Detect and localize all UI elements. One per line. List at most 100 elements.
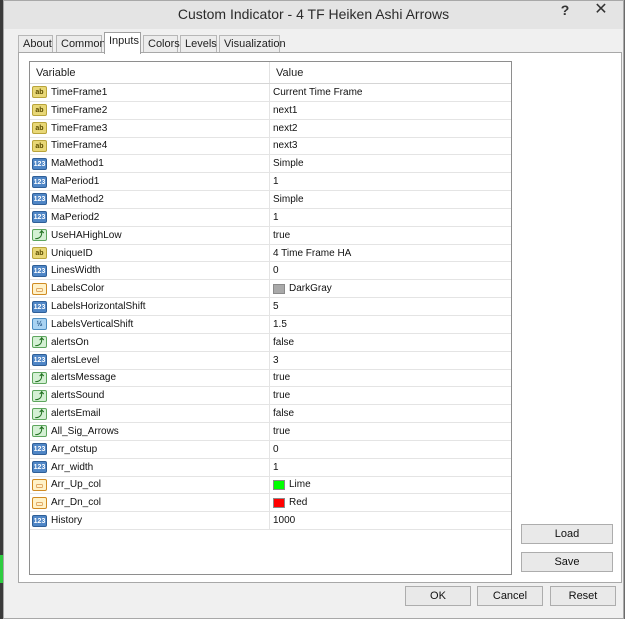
value-cell[interactable]: false	[270, 405, 294, 422]
variable-label: MaPeriod2	[51, 211, 100, 223]
table-row[interactable]: 123 Arr_width 1	[30, 458, 511, 477]
value-cell[interactable]: Simple	[270, 191, 304, 208]
window-title: Custom Indicator - 4 TF Heiken Ashi Arro…	[177, 6, 450, 22]
variable-label: alertsOn	[51, 336, 89, 348]
variable-label: MaMethod1	[51, 158, 104, 170]
value-cell[interactable]: 1	[270, 209, 279, 226]
column-header-value[interactable]: Value	[270, 62, 303, 83]
tab-about[interactable]: About	[18, 35, 53, 53]
bool-icon: ⤴	[32, 336, 47, 349]
table-row[interactable]: ab TimeFrame1 Current Time Frame	[30, 84, 511, 102]
tab-colors[interactable]: Colors	[143, 35, 180, 53]
value-cell[interactable]: Lime	[270, 477, 311, 494]
tab-common[interactable]: Common	[56, 35, 106, 53]
grid-header: Variable Value	[30, 62, 511, 84]
column-header-variable[interactable]: Variable	[30, 62, 270, 83]
help-button[interactable]: ?	[551, 1, 579, 21]
value-text: 1.5	[273, 318, 287, 330]
table-row[interactable]: 123 alertsLevel 3	[30, 351, 511, 370]
variable-label: alertsSound	[51, 390, 105, 402]
table-row[interactable]: 123 MaMethod1 Simple	[30, 155, 511, 174]
value-cell[interactable]: next1	[270, 102, 297, 119]
value-cell[interactable]: 1	[270, 173, 279, 190]
table-row[interactable]: ab TimeFrame3 next2	[30, 119, 511, 138]
table-row[interactable]: ½ LabelsVerticalShift 1.5	[30, 315, 511, 334]
variable-cell: ab TimeFrame4	[30, 137, 270, 155]
variable-cell: ⤴ UseHAHighLow	[30, 226, 270, 244]
table-row[interactable]: ⤴ alertsSound true	[30, 387, 511, 406]
value-cell[interactable]: false	[270, 334, 294, 351]
value-text: 0	[273, 265, 279, 277]
value-text: 0	[273, 443, 279, 455]
variable-cell: ▭ Arr_Dn_col	[30, 494, 270, 512]
table-row[interactable]: ▭ LabelsColor DarkGray	[30, 280, 511, 299]
value-cell[interactable]: true	[270, 387, 290, 404]
table-row[interactable]: ▭ Arr_Dn_col Red	[30, 494, 511, 513]
value-cell[interactable]: next2	[270, 120, 297, 137]
variable-label: alertsMessage	[51, 372, 117, 384]
value-cell[interactable]: Current Time Frame	[270, 84, 362, 101]
variable-label: LinesWidth	[51, 265, 101, 277]
variable-cell: ab UniqueID	[30, 244, 270, 262]
value-cell[interactable]: Red	[270, 494, 307, 511]
table-row[interactable]: ⤴ All_Sig_Arrows true	[30, 423, 511, 441]
value-cell[interactable]: 1000	[270, 512, 295, 529]
inputs-panel: Variable Value ab TimeFrame1 Current Time …	[18, 52, 622, 583]
value-cell[interactable]: Simple	[270, 155, 304, 172]
value-cell[interactable]: 5	[270, 298, 279, 315]
integer-icon: 123	[32, 211, 47, 224]
table-row[interactable]: ⤴ alertsEmail false	[30, 405, 511, 424]
tab-inputs[interactable]: Inputs	[104, 32, 141, 54]
value-text: Red	[289, 497, 308, 509]
table-row[interactable]: ab UniqueID 4 Time Frame HA	[30, 244, 511, 263]
variable-label: UseHAHighLow	[51, 229, 122, 241]
title-bar: Custom Indicator - 4 TF Heiken Ashi Arro…	[4, 1, 623, 29]
variable-label: TimeFrame2	[51, 104, 108, 116]
value-cell[interactable]: next3	[270, 138, 297, 155]
value-text: 1	[273, 211, 279, 223]
variable-label: LabelsColor	[51, 283, 105, 295]
table-row[interactable]: ▭ Arr_Up_col Lime	[30, 476, 511, 495]
variable-cell: ab TimeFrame3	[30, 119, 270, 137]
value-cell[interactable]: 3	[270, 352, 279, 369]
value-cell[interactable]: 1.5	[270, 316, 287, 333]
tab-levels[interactable]: Levels	[180, 35, 217, 53]
string-icon: ab	[32, 86, 47, 99]
cancel-button[interactable]: Cancel	[477, 586, 543, 606]
color-swatch	[273, 283, 285, 294]
table-row[interactable]: ⤴ alertsMessage true	[30, 369, 511, 388]
value-cell[interactable]: 0	[270, 262, 279, 279]
save-button[interactable]: Save	[521, 552, 613, 572]
value-cell[interactable]: 1	[270, 459, 279, 476]
table-row[interactable]: 123 LabelsHorizontalShift 5	[30, 298, 511, 316]
table-row[interactable]: 123 MaPeriod2 1	[30, 208, 511, 227]
table-row[interactable]: ab TimeFrame4 next3	[30, 137, 511, 156]
ok-button[interactable]: OK	[405, 586, 471, 606]
value-cell[interactable]: true	[270, 423, 290, 440]
close-button[interactable]: ✕	[587, 1, 615, 21]
table-row[interactable]: 123 History 1000	[30, 512, 511, 531]
value-cell[interactable]: true	[270, 227, 290, 244]
integer-icon: 123	[32, 514, 47, 527]
reset-button[interactable]: Reset	[550, 586, 616, 606]
variable-cell: ⤴ alertsSound	[30, 387, 270, 405]
table-row[interactable]: 123 Arr_otstup 0	[30, 440, 511, 459]
table-row[interactable]: ⤴ alertsOn false	[30, 333, 511, 352]
indicator-dialog: Custom Indicator - 4 TF Heiken Ashi Arro…	[3, 0, 624, 619]
value-cell[interactable]: 4 Time Frame HA	[270, 245, 351, 262]
table-row[interactable]: 123 MaPeriod1 1	[30, 173, 511, 192]
table-row[interactable]: ab TimeFrame2 next1	[30, 101, 511, 120]
tab-visualization[interactable]: Visualization	[219, 35, 286, 53]
variable-cell: 123 MaMethod1	[30, 155, 270, 173]
variable-cell: ▭ LabelsColor	[30, 280, 270, 298]
table-row[interactable]: ⤴ UseHAHighLow true	[30, 226, 511, 245]
value-cell[interactable]: 0	[270, 441, 279, 458]
variable-label: LabelsVerticalShift	[51, 318, 134, 330]
load-button[interactable]: Load	[521, 524, 613, 544]
table-row[interactable]: 123 MaMethod2 Simple	[30, 191, 511, 209]
variable-label: LabelsHorizontalShift	[51, 301, 146, 313]
value-cell[interactable]: DarkGray	[270, 280, 332, 297]
table-row[interactable]: 123 LinesWidth 0	[30, 262, 511, 281]
variable-cell: ab TimeFrame2	[30, 101, 270, 119]
value-cell[interactable]: true	[270, 370, 290, 387]
